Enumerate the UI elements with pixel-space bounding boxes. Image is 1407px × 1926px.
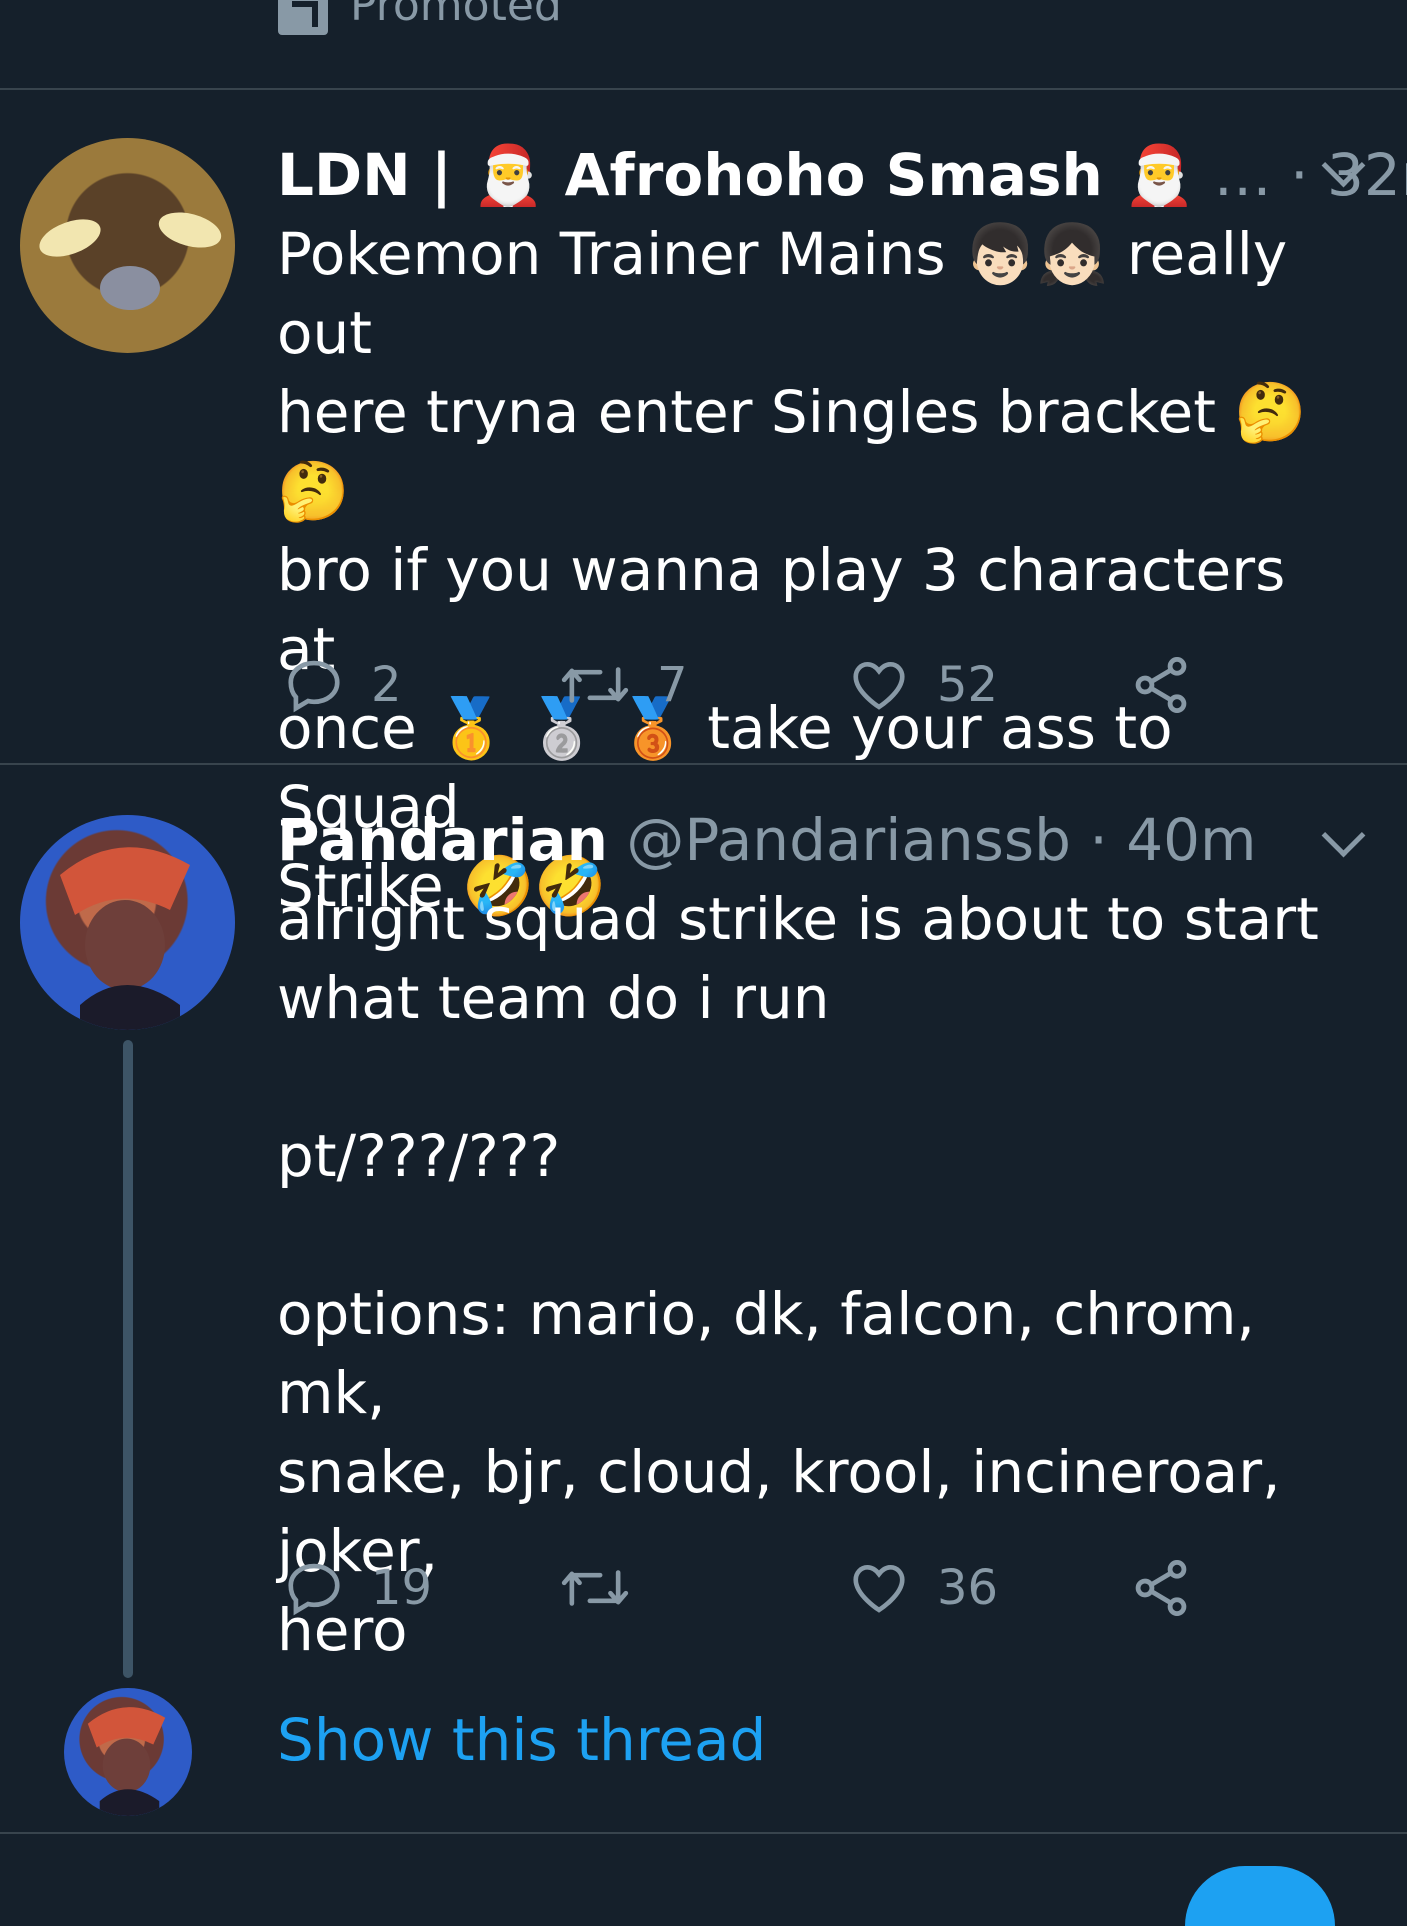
retweet-count: 7 [657, 657, 688, 713]
share-icon [1135, 1560, 1187, 1616]
timestamp[interactable]: · 40m [1089, 806, 1256, 874]
retweet-button[interactable]: 7 [559, 645, 688, 725]
next-tweet-avatar[interactable] [1185, 1866, 1335, 1926]
like-icon [853, 1565, 905, 1613]
tweet-header: LDN | 🎅 Afrohoho Smash 🎅 … · 32m [277, 140, 1407, 210]
thread-connector [123, 1040, 133, 1678]
retweet-button[interactable] [559, 1548, 657, 1628]
display-name[interactable]: LDN | 🎅 Afrohoho Smash 🎅 [277, 141, 1195, 209]
divider [0, 1832, 1407, 1834]
like-count: 52 [937, 657, 999, 713]
retweet-icon [561, 667, 629, 703]
reply-button[interactable]: 2 [283, 645, 402, 725]
divider [0, 763, 1407, 765]
avatar[interactable] [20, 138, 235, 353]
reply-count: 19 [371, 1560, 433, 1616]
thread-avatar[interactable] [64, 1688, 192, 1816]
share-button[interactable] [1129, 1548, 1193, 1628]
show-thread-link[interactable]: Show this thread [277, 1700, 766, 1780]
reply-button[interactable]: 19 [283, 1548, 432, 1628]
handle[interactable]: @Pandarianssb [626, 806, 1071, 874]
like-count: 36 [937, 1560, 999, 1616]
reply-count: 2 [371, 657, 402, 713]
like-icon [853, 662, 905, 710]
reply-icon [288, 1563, 340, 1616]
share-button[interactable] [1129, 645, 1193, 725]
display-name[interactable]: Pandarian [277, 806, 608, 874]
tweet-actions: 19 36 [277, 1548, 1237, 1628]
promoted-text: Promoted [350, 0, 562, 31]
tweet-header: Pandarian @Pandarianssb · 40m [277, 805, 1257, 875]
promoted-icon [278, 0, 328, 35]
avatar[interactable] [20, 815, 235, 1030]
retweet-icon [561, 1570, 629, 1606]
like-button[interactable]: 36 [847, 1548, 998, 1628]
share-icon [1135, 657, 1187, 713]
divider [0, 88, 1407, 90]
reply-icon [288, 660, 340, 713]
promoted-label: Promoted [278, 0, 562, 35]
handle[interactable]: … [1214, 141, 1272, 209]
tweet-actions: 2 7 52 [277, 645, 1237, 725]
like-button[interactable]: 52 [847, 645, 998, 725]
